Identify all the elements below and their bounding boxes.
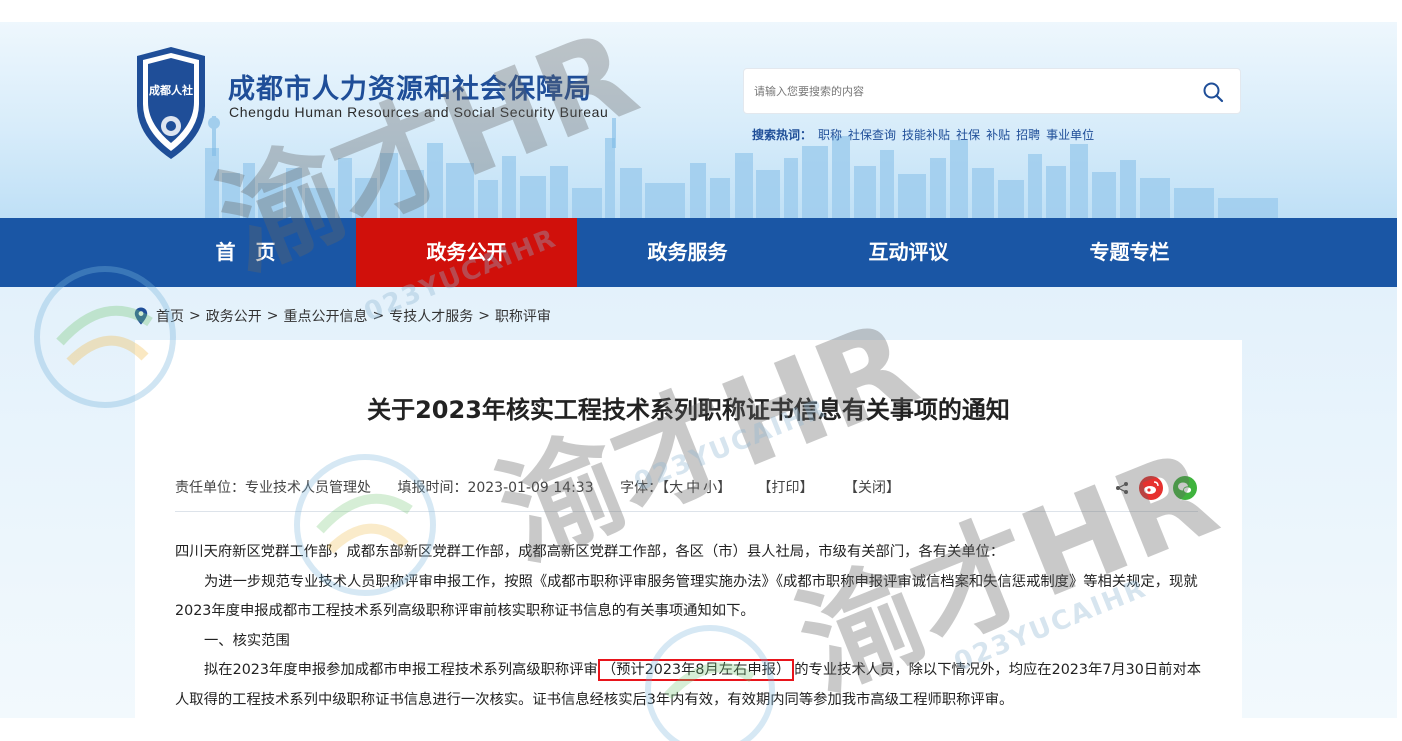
location-pin-icon bbox=[134, 307, 148, 325]
hot-word[interactable]: 社保查询 bbox=[848, 128, 896, 142]
breadcrumb-home[interactable]: 首页 bbox=[156, 306, 184, 326]
paragraph-intro: 为进一步规范专业技术人员职称评审申报工作，按照《成都市职称评审服务管理实施办法》… bbox=[175, 573, 1198, 620]
search-input[interactable] bbox=[744, 69, 1184, 113]
article-title: 关于2023年核实工程技术系列职称证书信息有关事项的通知 bbox=[367, 396, 1010, 424]
weibo-icon[interactable] bbox=[1139, 476, 1163, 500]
close-button[interactable]: 【关闭】 bbox=[844, 480, 900, 496]
hot-word[interactable]: 事业单位 bbox=[1046, 128, 1094, 142]
hot-word[interactable]: 补贴 bbox=[986, 128, 1010, 142]
breadcrumb: 首页 > 政务公开 > 重点公开信息 > 专技人才服务 > 职称评审 bbox=[134, 305, 551, 327]
share-icon[interactable] bbox=[1115, 481, 1129, 495]
article-meta: 责任单位：专业技术人员管理处 填报时间：2023-01-09 14:33 字体：… bbox=[175, 477, 926, 497]
bureau-emblem-logo: 成都人社 bbox=[137, 47, 205, 159]
breadcrumb-separator: > bbox=[372, 308, 385, 324]
paragraph-addressee: 四川天府新区党群工作部，成都东部新区党群工作部，成都高新区党群工作部，各区（市）… bbox=[175, 544, 1005, 560]
paragraph-scope: 拟在2023年度申报参加成都市申报工程技术系列高级职称评审 （预计2023年8月左… bbox=[175, 656, 1205, 715]
site-header: 成都人社 成都市人力资源和社会保障局 Chengdu Human Resourc… bbox=[0, 22, 1397, 218]
highlighted-date-note: （预计2023年8月左右申报） bbox=[597, 659, 795, 681]
nav-item-government-affairs[interactable]: 政务公开 bbox=[356, 218, 577, 287]
hot-words-label: 搜索热词： bbox=[752, 128, 813, 142]
hot-word[interactable]: 招聘 bbox=[1016, 128, 1040, 142]
breadcrumb-government-affairs[interactable]: 政务公开 bbox=[206, 306, 262, 326]
svg-text:成都人社: 成都人社 bbox=[149, 83, 193, 97]
article-content: 四川天府新区党群工作部，成都东部新区党群工作部，成都高新区党群工作部，各区（市）… bbox=[175, 538, 1205, 715]
search-box bbox=[743, 68, 1241, 114]
breadcrumb-key-info[interactable]: 重点公开信息 bbox=[283, 306, 367, 326]
breadcrumb-separator: > bbox=[478, 308, 490, 324]
search-icon[interactable] bbox=[1202, 81, 1224, 103]
font-bracket-close: 】 bbox=[717, 480, 732, 496]
responsible-unit: 责任单位：专业技术人员管理处 bbox=[175, 480, 371, 496]
font-size-large[interactable]: 大 bbox=[669, 480, 683, 496]
breadcrumb-talent-service[interactable]: 专技人才服务 bbox=[389, 306, 473, 326]
nav-item-services[interactable]: 政务服务 bbox=[577, 218, 798, 287]
main-nav: 首 页 政务公开 政务服务 互动评议 专题专栏 bbox=[0, 218, 1397, 287]
font-size-label: 字体： bbox=[620, 480, 663, 496]
breadcrumb-title-review[interactable]: 职称评审 bbox=[495, 306, 551, 326]
font-size-small[interactable]: 小 bbox=[703, 480, 717, 496]
site-subtitle: Chengdu Human Resources and Social Secur… bbox=[229, 104, 609, 120]
breadcrumb-separator: > bbox=[189, 308, 201, 324]
font-size-control: 字体：【大中小】 bbox=[620, 480, 731, 496]
hot-search-words: 搜索热词： 职称 社保查询 技能补贴 社保 补贴 招聘 事业单位 bbox=[752, 126, 1094, 143]
site-title: 成都市人力资源和社会保障局 bbox=[228, 74, 592, 105]
city-skyline-illustration bbox=[205, 116, 1278, 218]
font-size-medium[interactable]: 中 bbox=[686, 480, 700, 496]
share-icons bbox=[1105, 476, 1197, 500]
scope-text-before: 拟在2023年度申报参加成都市申报工程技术系列高级职称评审 bbox=[204, 662, 598, 678]
print-button[interactable]: 【打印】 bbox=[758, 480, 814, 496]
hot-word[interactable]: 社保 bbox=[956, 128, 980, 142]
breadcrumb-separator: > bbox=[266, 308, 279, 324]
nav-item-home[interactable]: 首 页 bbox=[135, 218, 356, 287]
section-heading: 一、核实范围 bbox=[204, 632, 290, 649]
publish-time: 填报时间：2023-01-09 14:33 bbox=[397, 480, 594, 496]
wechat-icon[interactable] bbox=[1173, 476, 1197, 500]
article-panel: 关于2023年核实工程技术系列职称证书信息有关事项的通知 责任单位：专业技术人员… bbox=[135, 340, 1242, 718]
hot-word[interactable]: 技能补贴 bbox=[902, 128, 950, 142]
meta-divider bbox=[175, 511, 1198, 512]
nav-item-topics[interactable]: 专题专栏 bbox=[1019, 218, 1240, 287]
hot-word[interactable]: 职称 bbox=[818, 128, 842, 142]
nav-item-interaction[interactable]: 互动评议 bbox=[798, 218, 1019, 287]
